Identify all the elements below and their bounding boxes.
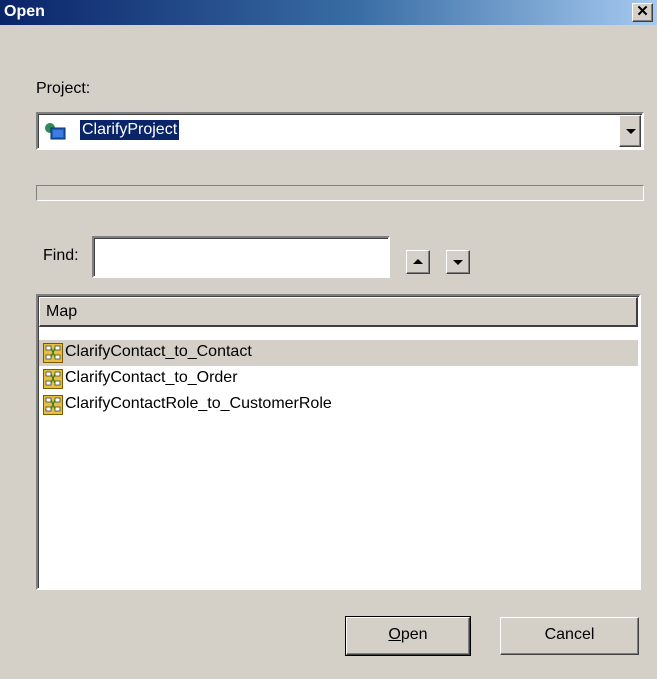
find-label: Find: [43, 247, 79, 264]
column-header-map[interactable]: Map [39, 297, 638, 327]
project-dropdown-button[interactable] [619, 115, 641, 147]
progress-bar [36, 185, 644, 201]
window-title: Open [4, 3, 45, 20]
project-icon [45, 123, 66, 140]
find-previous-button[interactable] [406, 250, 430, 274]
list-item-label: ClarifyContactRole_to_CustomerRole [65, 395, 332, 412]
title-bar: Open ✕ [0, 0, 657, 25]
project-combobox[interactable]: ClarifyProject [36, 112, 644, 150]
cancel-button[interactable]: Cancel [500, 617, 639, 655]
map-icon [43, 395, 63, 415]
cancel-button-label: Cancel [544, 626, 595, 643]
find-next-button[interactable] [446, 250, 470, 274]
close-button[interactable]: ✕ [632, 3, 653, 22]
chevron-down-icon [626, 129, 636, 134]
list-item-label: ClarifyContact_to_Contact [65, 343, 252, 360]
column-header-label: Map [46, 303, 78, 320]
project-label: Project: [36, 80, 91, 97]
map-icon [43, 369, 63, 389]
list-item[interactable]: ClarifyContact_to_Order [39, 366, 638, 392]
project-selected-value: ClarifyProject [80, 120, 180, 140]
list-item[interactable]: ClarifyContactRole_to_CustomerRole [39, 392, 638, 418]
list-item-label: ClarifyContact_to_Order [65, 369, 238, 386]
map-icon [43, 343, 63, 363]
open-button-mnemonic: O [388, 626, 401, 643]
list-item[interactable]: ClarifyContact_to_Contact [39, 340, 638, 366]
map-list[interactable]: Map ClarifyContact_to_Contact ClarifyCon… [36, 294, 641, 590]
find-input[interactable] [92, 236, 390, 278]
open-button[interactable]: Open [345, 616, 471, 656]
arrow-down-icon [453, 260, 463, 265]
open-button-label: pen [400, 626, 428, 643]
arrow-up-icon [413, 259, 423, 264]
close-icon: ✕ [636, 3, 649, 20]
